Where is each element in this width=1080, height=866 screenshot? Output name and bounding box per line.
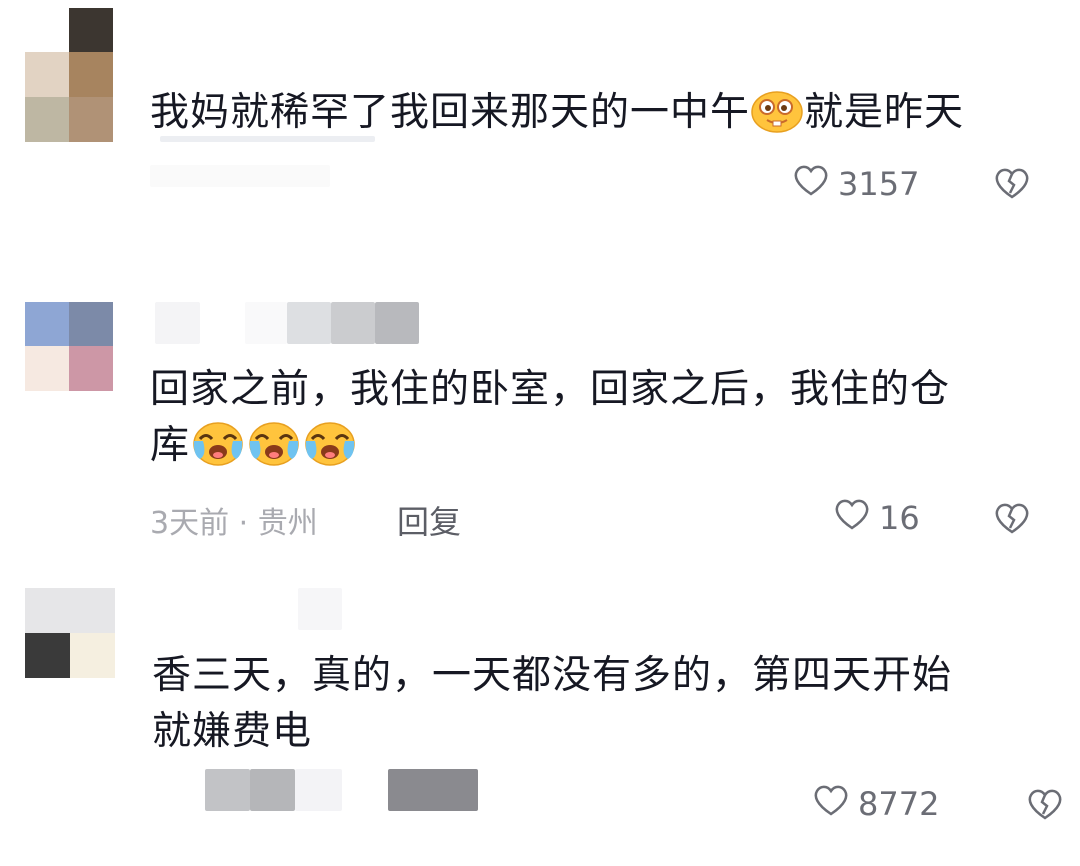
heart-outline-icon	[833, 497, 879, 539]
avatar[interactable]	[25, 588, 115, 678]
like-count: 3157	[838, 165, 920, 203]
broken-heart-icon	[993, 168, 1031, 204]
comment-item-2: 回家之前，我住的卧室，回家之后，我住的仓 库 3天前 · 贵州 回复 16	[0, 290, 1080, 560]
username-placeholder	[331, 302, 375, 344]
username-placeholder	[245, 302, 287, 344]
avatar[interactable]	[25, 8, 113, 142]
meta-placeholder	[250, 769, 295, 811]
meta-placeholder	[205, 769, 250, 811]
dislike-button[interactable]	[993, 166, 1031, 204]
comment-text: 回家之前，我住的卧室，回家之后，我住的仓 库	[150, 362, 1030, 483]
reply-button[interactable]: 回复	[397, 497, 461, 543]
username-placeholder	[298, 588, 342, 630]
meta-placeholder	[295, 769, 342, 811]
grimace-emoji-icon	[751, 90, 803, 150]
broken-heart-icon	[993, 503, 1031, 539]
meta-placeholder	[150, 165, 330, 187]
comment-item-3: 香三天，真的，一天都没有多的，第四天开始 就嫌费电 8772	[0, 580, 1080, 866]
username-placeholder	[287, 302, 331, 344]
comment-text: 香三天，真的，一天都没有多的，第四天开始 就嫌费电	[152, 653, 953, 754]
meta-placeholder	[388, 769, 478, 811]
like-button[interactable]: 8772	[812, 784, 939, 824]
dislike-button[interactable]	[1026, 787, 1064, 825]
username-placeholder	[375, 302, 419, 344]
like-button[interactable]: 16	[833, 498, 920, 538]
like-button[interactable]: 3157	[792, 164, 919, 204]
comment-item-1: 我妈就稀罕了我回来那天的一中午 就是昨天 3157	[0, 0, 1080, 250]
heart-outline-icon	[812, 783, 858, 825]
avatar[interactable]	[25, 302, 113, 392]
username-placeholder	[155, 302, 200, 344]
crying-emoji-icon	[191, 419, 245, 483]
crying-emoji-icon	[303, 419, 357, 483]
broken-heart-icon	[1026, 789, 1064, 825]
heart-outline-icon	[792, 163, 838, 205]
like-count: 8772	[858, 785, 940, 823]
comment-time-location: 3天前 · 贵州	[150, 506, 318, 541]
crying-emoji-icon	[247, 419, 301, 483]
dislike-button[interactable]	[993, 501, 1031, 539]
like-count: 16	[879, 499, 920, 537]
username-placeholder	[160, 136, 375, 142]
